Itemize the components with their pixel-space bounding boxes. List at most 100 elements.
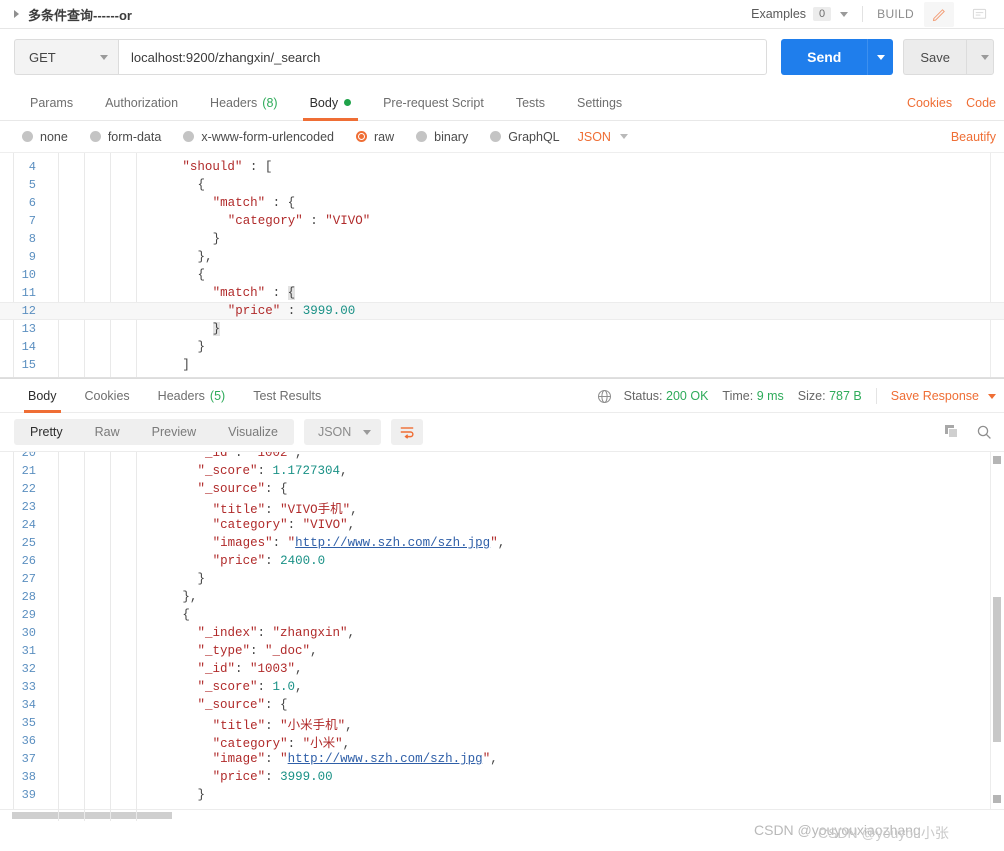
- request-tab-pre-request-script[interactable]: Pre-request Script: [367, 85, 500, 120]
- body-type-x-www-form-urlencoded[interactable]: x-www-form-urlencoded: [183, 130, 334, 144]
- code-line[interactable]: 26 "price": 2400.0: [0, 552, 1004, 570]
- code-text: }: [212, 322, 221, 336]
- send-button[interactable]: Send: [781, 39, 868, 75]
- response-view-preview[interactable]: Preview: [136, 419, 212, 445]
- edit-button[interactable]: [924, 1, 954, 27]
- line-number: 27: [21, 572, 36, 586]
- code-line[interactable]: 23 "title": "VIVO手机",: [0, 498, 1004, 517]
- response-horizontal-scrollbar[interactable]: [0, 809, 1004, 821]
- response-format-select[interactable]: JSON: [303, 419, 382, 445]
- response-view-raw[interactable]: Raw: [79, 419, 136, 445]
- request-tab-params[interactable]: Params: [14, 85, 89, 120]
- request-tab-settings[interactable]: Settings: [561, 85, 638, 120]
- code-line[interactable]: 34 "_source": {: [0, 696, 1004, 714]
- code-line[interactable]: 7 "category" : "VIVO": [0, 212, 1004, 230]
- code-line[interactable]: 4 "should" : [: [0, 158, 1004, 176]
- body-type-none[interactable]: none: [22, 130, 68, 144]
- url-input[interactable]: localhost:9200/zhangxin/_search: [118, 39, 768, 75]
- code-line[interactable]: 31 "_type": "_doc",: [0, 642, 1004, 660]
- body-type-binary[interactable]: binary: [416, 130, 468, 144]
- request-name: 多条件查询------or: [28, 7, 132, 23]
- tab-label: Tests: [515, 95, 545, 110]
- code-line[interactable]: 11 "match" : {: [0, 284, 1004, 302]
- http-method-select[interactable]: GET: [14, 39, 118, 75]
- code-line[interactable]: 12 "price" : 3999.00: [0, 302, 1004, 320]
- body-format-select[interactable]: JSON: [576, 130, 628, 144]
- request-body-editor[interactable]: 4 "should" : [5{6 "match" : {7 "category" :…: [0, 153, 1004, 378]
- body-present-dot-icon: [344, 99, 352, 106]
- code-line[interactable]: 33 "_score": 1.0,: [0, 678, 1004, 696]
- response-tab-body[interactable]: Body: [14, 379, 71, 413]
- code-text: {: [197, 178, 206, 192]
- tab-label: Settings: [577, 95, 623, 110]
- body-type-graphql[interactable]: GraphQL: [490, 130, 560, 144]
- search-icon[interactable]: [976, 424, 992, 440]
- code-line[interactable]: 38 "price": 3999.00: [0, 768, 1004, 786]
- copy-icon[interactable]: [944, 424, 960, 440]
- line-number: 8: [28, 232, 36, 246]
- response-toolbar: Pretty Raw Preview Visualize JSON: [0, 413, 1004, 451]
- response-body-viewer[interactable]: 20 "_id": "1002", 21 "_score": 1.1727304, 22…: [0, 451, 1004, 821]
- line-number: 22: [21, 482, 36, 496]
- build-button[interactable]: BUILD: [877, 7, 914, 21]
- response-view-visualize[interactable]: Visualize: [212, 419, 294, 445]
- code-text: "category" : "VIVO": [227, 214, 371, 228]
- line-number: 15: [21, 358, 36, 372]
- hscrollbar-thumb[interactable]: [12, 812, 172, 819]
- code-line[interactable]: 39}: [0, 786, 1004, 804]
- line-number: 12: [21, 304, 36, 318]
- line-number: 14: [21, 340, 36, 354]
- body-type-form-data[interactable]: form-data: [89, 130, 161, 144]
- code-line[interactable]: 20 "_id": "1002",: [0, 452, 1004, 462]
- line-number: 35: [21, 716, 36, 730]
- request-tab-headers[interactable]: Headers (8): [194, 85, 294, 120]
- code-line[interactable]: 22 "_source": {: [0, 480, 1004, 498]
- code-line[interactable]: 35 "title": "小米手机",: [0, 714, 1004, 733]
- cookies-link[interactable]: Cookies: [907, 96, 952, 110]
- response-tab-cookies[interactable]: Cookies: [71, 379, 144, 413]
- code-line[interactable]: 10 {: [0, 266, 1004, 284]
- body-type-raw[interactable]: raw: [356, 130, 394, 144]
- request-tab-body[interactable]: Body: [294, 85, 368, 121]
- save-response-button[interactable]: Save Response: [891, 389, 996, 403]
- code-line[interactable]: 21 "_score": 1.1727304,: [0, 462, 1004, 480]
- word-wrap-button[interactable]: [391, 419, 424, 445]
- code-link[interactable]: Code: [966, 96, 996, 110]
- save-options-button[interactable]: [966, 39, 994, 75]
- code-line[interactable]: 29 {: [0, 606, 1004, 624]
- comment-button[interactable]: [964, 2, 994, 27]
- code-line[interactable]: 13}: [0, 320, 1004, 338]
- response-view-pretty[interactable]: Pretty: [14, 419, 79, 445]
- globe-icon[interactable]: [597, 389, 612, 404]
- code-line[interactable]: 30 "_index": "zhangxin",: [0, 624, 1004, 642]
- send-options-button[interactable]: [867, 39, 894, 75]
- code-line[interactable]: 27}: [0, 570, 1004, 588]
- code-line[interactable]: 9},: [0, 248, 1004, 266]
- examples-dropdown[interactable]: Examples 0: [751, 7, 849, 21]
- request-tab-authorization[interactable]: Authorization: [89, 85, 194, 120]
- code-line[interactable]: 15]: [0, 356, 1004, 374]
- radio-icon: [416, 131, 428, 142]
- line-number: 11: [21, 286, 36, 300]
- code-text: {: [197, 268, 206, 282]
- save-button[interactable]: Save: [903, 39, 966, 75]
- code-line[interactable]: 28},: [0, 588, 1004, 606]
- expand-caret-icon[interactable]: [14, 10, 19, 18]
- response-status-bar: Status: 200 OK Time: 9 ms Size: 787 B Save …: [597, 379, 1004, 413]
- code-line[interactable]: 37 "image": "http://www.szh.com/szh.jpg",: [0, 750, 1004, 768]
- code-line[interactable]: 32 "_id": "1003",: [0, 660, 1004, 678]
- code-line[interactable]: 8}: [0, 230, 1004, 248]
- code-line[interactable]: 14}: [0, 338, 1004, 356]
- status-value: 200 OK: [666, 389, 709, 403]
- code-line[interactable]: 5{: [0, 176, 1004, 194]
- code-line[interactable]: 6 "match" : {: [0, 194, 1004, 212]
- code-line[interactable]: 25 "images": "http://www.szh.com/szh.jpg"…: [0, 534, 1004, 552]
- response-tab-test-results[interactable]: Test Results: [239, 379, 335, 413]
- code-line[interactable]: 24 "category": "VIVO",: [0, 516, 1004, 534]
- request-tab-tests[interactable]: Tests: [500, 85, 561, 120]
- code-line[interactable]: 36 "category": "小米",: [0, 732, 1004, 751]
- response-tab-headers[interactable]: Headers (5): [144, 379, 240, 413]
- request-tabs: Params Authorization Headers (8) Body Pre-req…: [0, 85, 1004, 121]
- line-number: 26: [21, 554, 36, 568]
- beautify-button[interactable]: Beautify: [951, 130, 1004, 144]
